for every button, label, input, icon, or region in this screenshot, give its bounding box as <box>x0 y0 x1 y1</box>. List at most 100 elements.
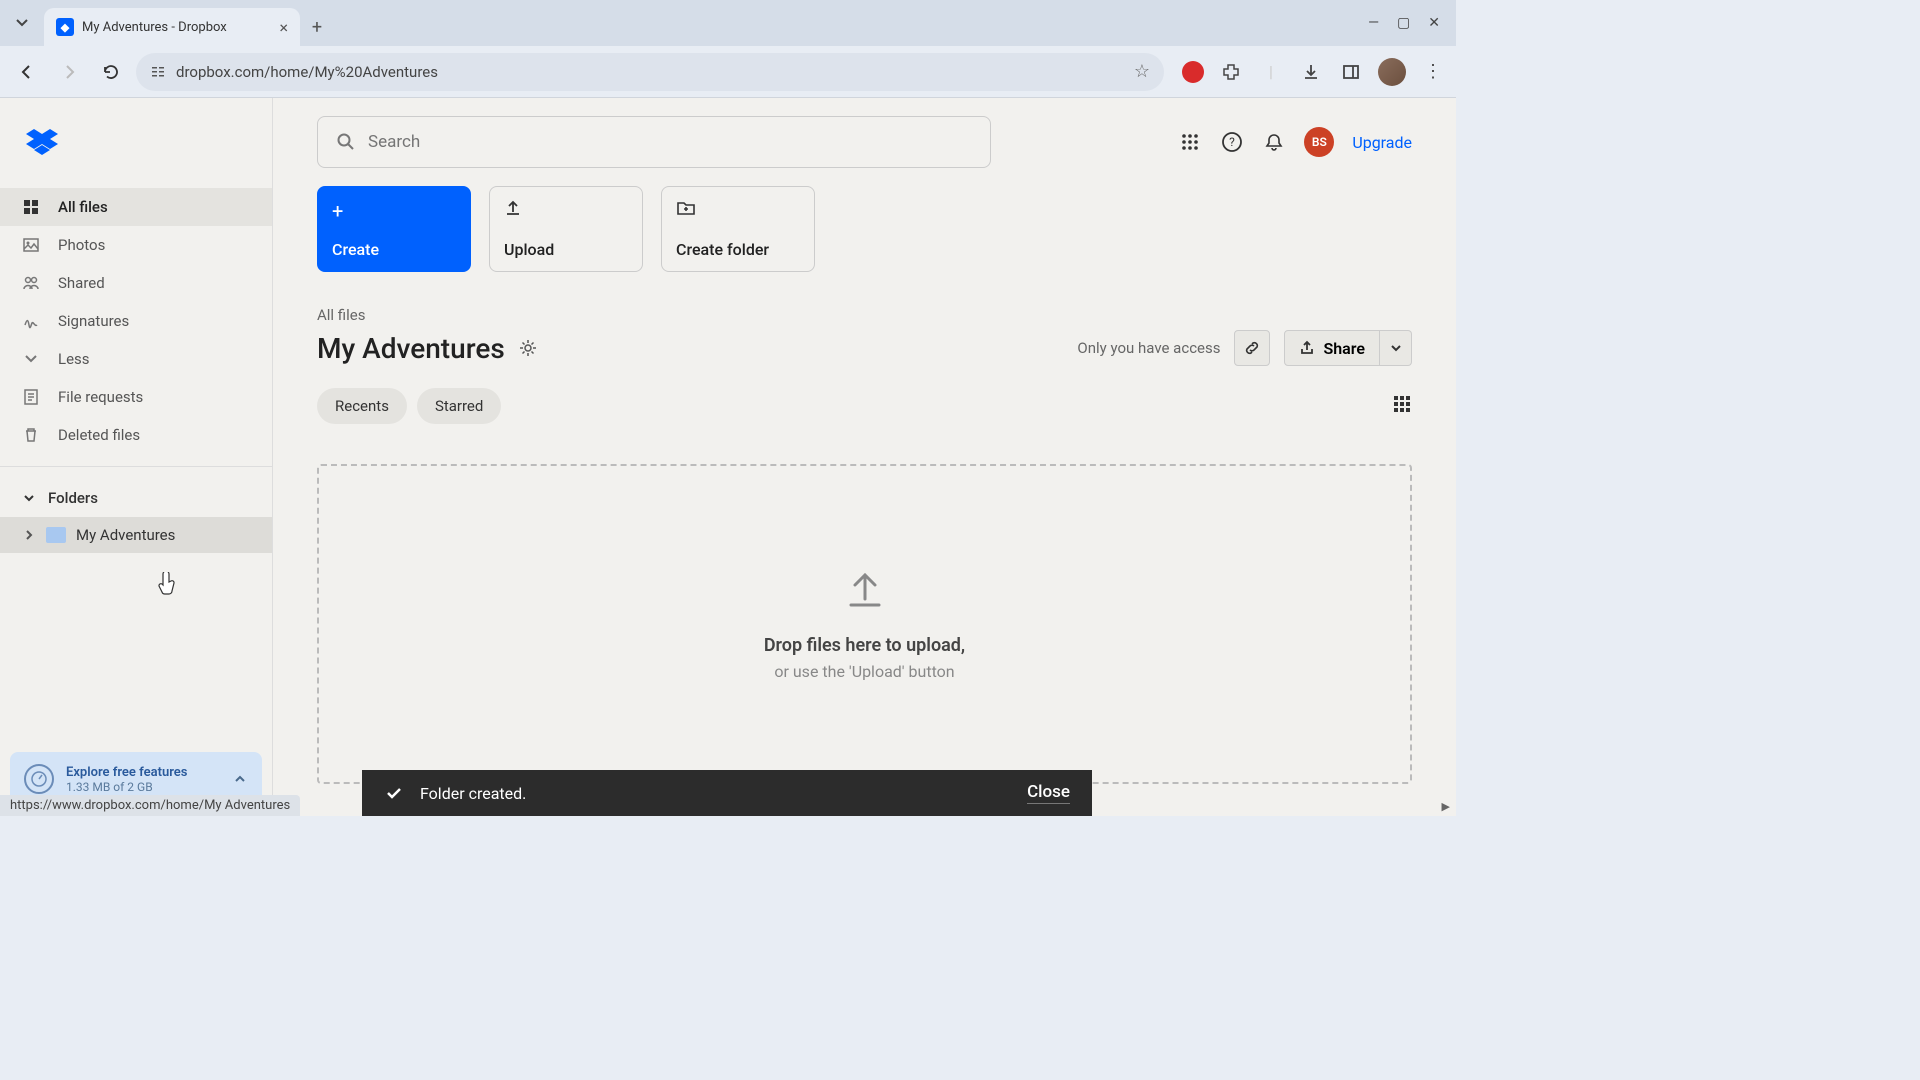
drop-subtitle: or use the 'Upload' button <box>774 662 954 681</box>
upload-button[interactable]: Upload <box>489 186 643 272</box>
settings-gear-icon[interactable] <box>519 339 537 357</box>
new-tab-button[interactable]: + <box>300 8 334 46</box>
create-folder-label: Create folder <box>676 240 800 259</box>
arrow-left-icon <box>18 63 36 81</box>
share-label: Share <box>1323 339 1365 358</box>
share-button[interactable]: Share <box>1284 330 1380 366</box>
folder-icon <box>46 527 66 543</box>
svg-text:?: ? <box>1229 135 1235 149</box>
files-icon <box>22 198 40 216</box>
link-icon <box>1243 339 1261 357</box>
extension-adblock-icon[interactable] <box>1182 61 1204 83</box>
upgrade-link[interactable]: Upgrade <box>1352 133 1412 152</box>
chevron-down-icon <box>1390 342 1402 354</box>
url-box[interactable]: dropbox.com/home/My%20Adventures ☆ <box>136 53 1164 91</box>
browser-profile-avatar[interactable] <box>1378 58 1406 86</box>
meter-icon <box>24 764 54 794</box>
maximize-icon[interactable]: ▢ <box>1397 15 1410 31</box>
dropbox-logo-icon[interactable] <box>26 129 58 157</box>
app-grid-icon[interactable] <box>1178 130 1202 154</box>
user-avatar[interactable]: BS <box>1304 127 1334 157</box>
copy-link-button[interactable] <box>1234 330 1270 366</box>
sidebar-item-signatures[interactable]: Signatures <box>0 302 272 340</box>
sidebar-item-deleted-files[interactable]: Deleted files <box>0 416 272 454</box>
toast-message: Folder created. <box>420 784 526 803</box>
downloads-icon[interactable] <box>1298 59 1324 85</box>
search-input[interactable] <box>368 132 972 152</box>
search-box[interactable] <box>317 116 991 168</box>
sidebar-item-shared[interactable]: Shared <box>0 264 272 302</box>
upload-icon <box>504 199 522 217</box>
shared-icon <box>22 274 40 292</box>
checkmark-icon <box>384 783 404 803</box>
tab-search-dropdown[interactable] <box>0 0 44 46</box>
view-toggle-grid-icon[interactable] <box>1392 394 1412 418</box>
sidebar-folder-item[interactable]: My Adventures <box>0 517 272 553</box>
minimize-icon[interactable]: — <box>1368 15 1379 31</box>
page-title: My Adventures <box>317 332 505 365</box>
plus-icon: + <box>332 199 456 223</box>
folder-plus-icon <box>676 199 696 217</box>
folders-header-label: Folders <box>48 489 98 507</box>
arrow-right-icon <box>60 63 78 81</box>
toast-notification: Folder created. Close <box>362 770 1092 816</box>
sidebar-item-label: Deleted files <box>58 426 140 444</box>
sidebar-item-label: Photos <box>58 236 105 254</box>
toast-close-button[interactable]: Close <box>1027 782 1070 804</box>
file-requests-icon <box>22 388 40 406</box>
browser-tab-bar: ◆ My Adventures - Dropbox × + — ▢ ✕ <box>0 0 1456 46</box>
photos-icon <box>22 236 40 254</box>
upload-label: Upload <box>504 240 628 259</box>
notifications-bell-icon[interactable] <box>1262 130 1286 154</box>
breadcrumb[interactable]: All files <box>317 306 1412 324</box>
divider <box>0 466 272 467</box>
sidebar-item-file-requests[interactable]: File requests <box>0 378 272 416</box>
close-tab-icon[interactable]: × <box>279 18 288 37</box>
chevron-right-icon[interactable] <box>22 528 36 542</box>
sidebar-folders-header[interactable]: Folders <box>0 479 272 517</box>
filter-starred[interactable]: Starred <box>417 388 501 424</box>
sidepanel-icon[interactable] <box>1338 59 1364 85</box>
sidebar: All files Photos Shared Signatures Less … <box>0 98 273 816</box>
share-dropdown-button[interactable] <box>1380 330 1412 366</box>
reload-button[interactable] <box>94 55 128 89</box>
explore-title: Explore free features <box>66 765 220 780</box>
drop-zone[interactable]: Drop files here to upload, or use the 'U… <box>317 464 1412 784</box>
create-label: Create <box>332 240 456 259</box>
chevron-up-icon[interactable] <box>232 771 248 787</box>
scroll-right-icon[interactable]: ▶ <box>1442 800 1450 813</box>
sidebar-item-photos[interactable]: Photos <box>0 226 272 264</box>
sidebar-item-all-files[interactable]: All files <box>0 188 272 226</box>
chevron-down-icon <box>15 16 29 30</box>
upload-large-icon <box>843 567 887 611</box>
chevron-down-icon <box>22 491 36 505</box>
explore-storage: 1.33 MB of 2 GB <box>66 780 220 794</box>
create-folder-button[interactable]: Create folder <box>661 186 815 272</box>
dropbox-favicon: ◆ <box>56 18 74 36</box>
help-icon[interactable]: ? <box>1220 130 1244 154</box>
site-settings-icon[interactable] <box>150 64 166 80</box>
bookmark-star-icon[interactable]: ☆ <box>1134 61 1150 82</box>
sidebar-item-label: File requests <box>58 388 143 406</box>
access-text: Only you have access <box>1077 339 1220 357</box>
drop-title: Drop files here to upload, <box>764 635 965 656</box>
back-button[interactable] <box>10 55 44 89</box>
sidebar-item-less[interactable]: Less <box>0 340 272 378</box>
create-button[interactable]: + Create <box>317 186 471 272</box>
browser-tab[interactable]: ◆ My Adventures - Dropbox × <box>44 8 300 46</box>
browser-menu-icon[interactable]: ⋮ <box>1420 59 1446 85</box>
extensions-puzzle-icon[interactable] <box>1218 59 1244 85</box>
close-window-icon[interactable]: ✕ <box>1428 15 1440 31</box>
signatures-icon <box>22 312 40 330</box>
filter-recents[interactable]: Recents <box>317 388 407 424</box>
share-icon <box>1299 340 1315 356</box>
url-text: dropbox.com/home/My%20Adventures <box>176 63 1124 81</box>
sidebar-item-label: Signatures <box>58 312 129 330</box>
sidebar-item-label: All files <box>58 198 108 216</box>
sidebar-item-label: Shared <box>58 274 105 292</box>
folder-label: My Adventures <box>76 526 175 544</box>
forward-button[interactable] <box>52 55 86 89</box>
chevron-down-icon <box>22 350 40 368</box>
main-content: ? BS Upgrade + Create Upload Create fold… <box>273 98 1456 816</box>
sidebar-item-label: Less <box>58 350 90 368</box>
